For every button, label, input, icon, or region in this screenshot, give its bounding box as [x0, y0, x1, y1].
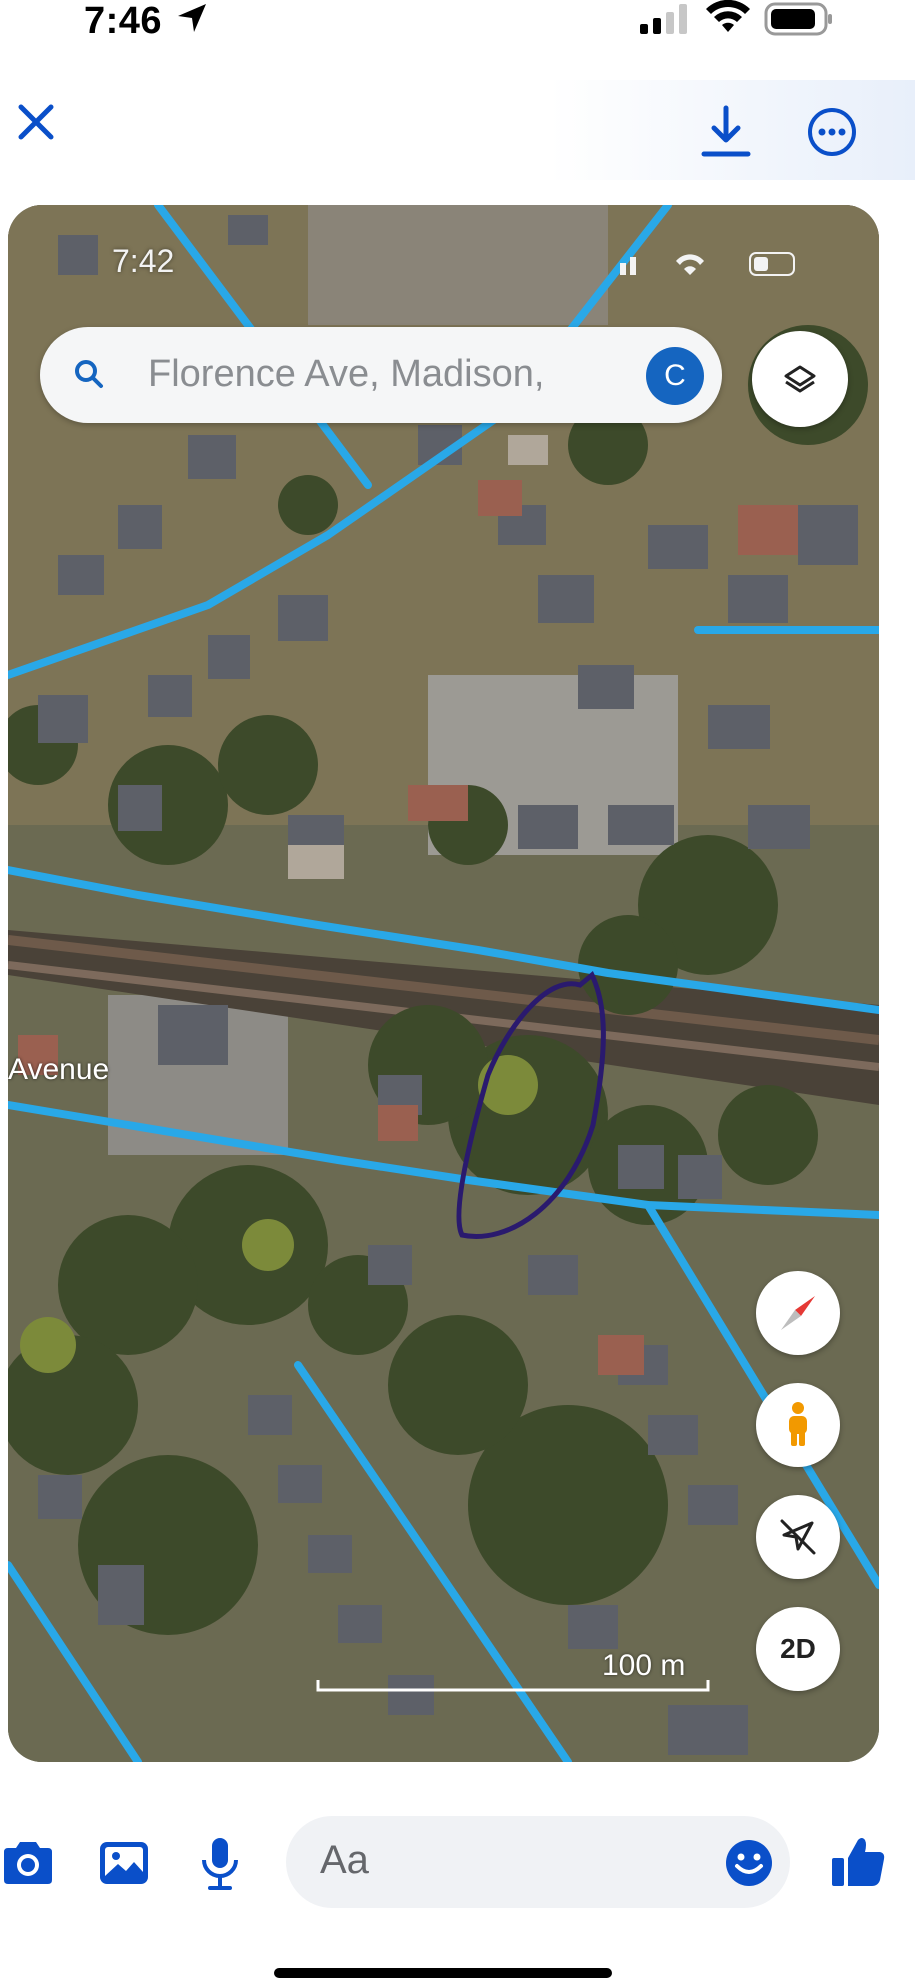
message-composer: Aa	[0, 1800, 915, 1930]
layers-icon	[784, 365, 816, 393]
battery-icon	[764, 2, 834, 41]
2d-view-button[interactable]: 2D	[756, 1607, 840, 1691]
map-search-bar[interactable]: Florence Ave, Madison, C	[40, 327, 722, 423]
screenshot-status-icons	[620, 249, 800, 284]
search-query: Florence Ave, Madison,	[148, 353, 545, 395]
viewer-top-bar	[0, 80, 915, 180]
compass-icon	[781, 1296, 815, 1330]
microphone-icon[interactable]	[200, 1836, 240, 1892]
compass-button[interactable]	[756, 1271, 840, 1355]
scale-label: 100 m	[602, 1649, 686, 1682]
map-screenshot[interactable]: 7:42 Florence Ave, Madison, C Avenue 100…	[8, 205, 879, 1762]
thumbs-up-icon[interactable]	[830, 1834, 886, 1890]
street-view-button[interactable]	[756, 1383, 840, 1467]
message-placeholder: Aa	[320, 1838, 369, 1882]
satellite-map	[8, 205, 879, 1762]
location-off-icon	[780, 1519, 816, 1555]
status-time: 7:46	[84, 0, 163, 42]
avatar[interactable]: C	[646, 347, 704, 405]
search-icon	[72, 357, 106, 396]
status-bar: 7:46	[0, 0, 915, 50]
street-label: Avenue	[8, 1053, 110, 1086]
location-arrow-icon	[176, 2, 208, 39]
camera-icon[interactable]	[0, 1838, 56, 1888]
more-icon[interactable]	[806, 106, 858, 158]
gallery-icon[interactable]	[98, 1840, 150, 1886]
location-off-button[interactable]	[756, 1495, 840, 1579]
message-input[interactable]: Aa	[286, 1816, 790, 1908]
wifi-icon	[706, 0, 750, 39]
layers-button[interactable]	[752, 331, 848, 427]
emoji-icon[interactable]	[724, 1838, 774, 1893]
pegman-icon	[789, 1402, 807, 1446]
home-indicator	[274, 1968, 612, 1978]
download-icon[interactable]	[700, 104, 752, 160]
close-icon[interactable]	[14, 100, 58, 144]
screenshot-status-time: 7:42	[112, 243, 175, 279]
signal-icon	[640, 4, 692, 39]
